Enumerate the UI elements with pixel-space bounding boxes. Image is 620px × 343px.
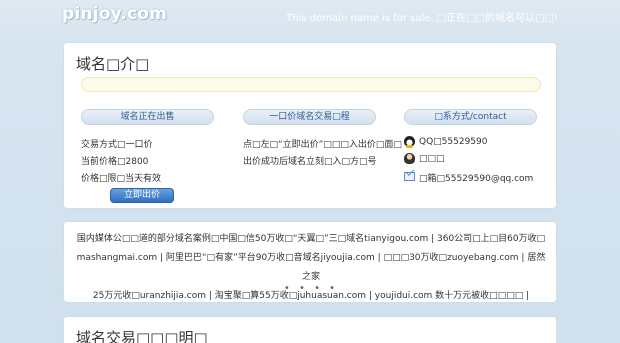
- trade-notes-card: 域名交易□□□明□: [63, 316, 557, 343]
- current-price: 当前价格□2800: [81, 157, 149, 167]
- for-sale-header: 域名正在出售: [81, 109, 214, 125]
- user-icon: [404, 153, 415, 164]
- intro-title: 域名□介□: [76, 55, 150, 73]
- top-bar: pinjoy.com This domain name is for sale.…: [0, 0, 620, 30]
- contact-qq: QQ□55529590: [419, 137, 488, 147]
- process-header: 一口价域名交易□程: [243, 109, 376, 125]
- domain-intro-card: 域名□介□ 域名正在出售 一口价域名交易□程 □系方式/contact 交易方式…: [63, 42, 557, 209]
- case-studies-card: 国内媒体公□□道的部分域名案例□中国□信50万收□“天翼□”三□域名tianyi…: [63, 221, 557, 303]
- qq-penguin-icon: [404, 136, 415, 148]
- buy-now-button[interactable]: 立即出价: [110, 188, 174, 203]
- mail-icon: [404, 172, 415, 181]
- case-line-2: mashangmai.com | 阿里巴巴“□有家”平台90万收□音域名jiyo…: [76, 253, 546, 282]
- sale-notice: This domain name is for sale. □正在□□的域名可以…: [286, 13, 558, 24]
- contact-name: □□□: [419, 154, 445, 164]
- trade-notes-title: 域名交易□□□明□: [76, 329, 208, 343]
- site-logo[interactable]: pinjoy.com: [62, 4, 167, 24]
- price-validity: 价格□限□当天有效: [81, 174, 162, 184]
- contact-email[interactable]: □箱□55529590@qq.com: [419, 171, 533, 184]
- case-studies-text: 国内媒体公□□道的部分域名案例□中国□信50万收□“天翼□”三□域名tianyi…: [76, 230, 546, 306]
- trade-method: 交易方式□一口价: [81, 140, 153, 150]
- process-step-1: 点□左□“立即出价”□□□入出价□面□: [243, 140, 402, 150]
- more-dots: • • • •: [283, 283, 339, 294]
- process-step-2: 出价成功后域名立刻□入□方□号: [243, 157, 377, 167]
- intro-bar: [81, 77, 541, 92]
- case-line-1: 国内媒体公□□道的部分域名案例□中国□信50万收□“天翼□”三□域名tianyi…: [76, 234, 546, 244]
- contact-header: □系方式/contact: [404, 109, 537, 125]
